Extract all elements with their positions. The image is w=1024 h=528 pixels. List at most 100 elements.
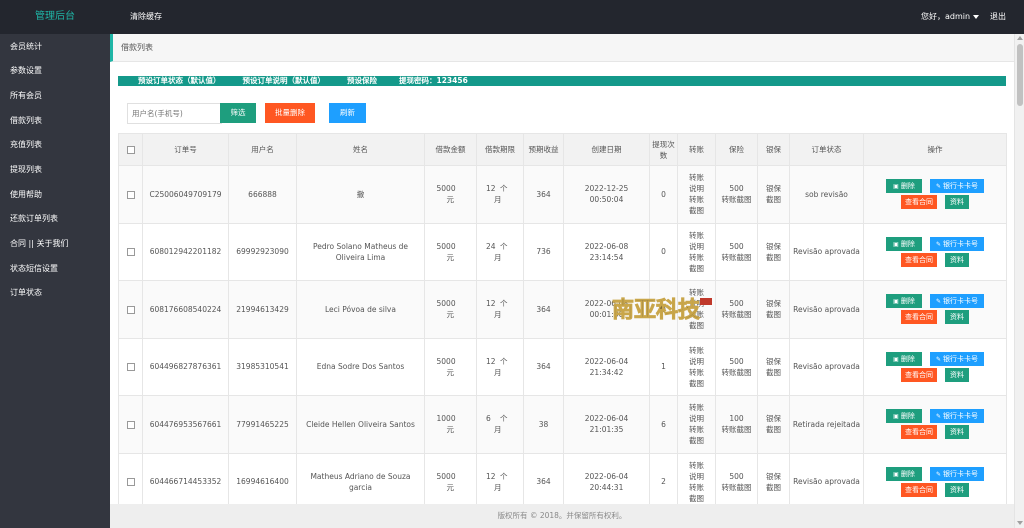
delete-button[interactable]: ▣ 删除	[886, 236, 922, 251]
sidebar-item-loan-list[interactable]: 借款列表	[0, 109, 110, 134]
view-contract-button[interactable]: 查看合同	[901, 482, 937, 497]
copyright-text: 版权所有 © 2018。并保留所有权利。	[497, 511, 627, 520]
row-select-cell[interactable]	[118, 395, 143, 454]
info-button[interactable]: 资料	[945, 367, 969, 382]
row-checkbox[interactable]	[126, 478, 135, 487]
row-checkbox[interactable]	[126, 248, 135, 257]
delete-button[interactable]: ▣ 删除	[886, 466, 922, 481]
amount-value: 5000	[436, 241, 456, 251]
bank-insurance-line: 截图	[766, 425, 781, 435]
row-select-cell[interactable]	[118, 280, 143, 339]
sidebar-item-all-members[interactable]: 所有会员	[0, 84, 110, 109]
info-button[interactable]: 资料	[945, 195, 969, 210]
clear-cache-link[interactable]: 清除缓存	[130, 0, 162, 34]
header-insurance: 保险	[715, 133, 758, 166]
bank-card-button[interactable]: ✎ 银行卡卡号	[930, 409, 984, 424]
info-button[interactable]: 资料	[945, 425, 969, 440]
term-unit-b: 月	[494, 195, 502, 205]
view-contract-button[interactable]: 查看合同	[901, 367, 937, 382]
row-select-cell[interactable]	[118, 452, 143, 504]
view-contract-button[interactable]: 查看合同	[901, 252, 937, 267]
row-select-cell[interactable]	[118, 337, 143, 396]
transfer-line: 转账	[689, 482, 704, 492]
scrollbar-thumb[interactable]	[1017, 44, 1023, 106]
transfer-line: 截图	[689, 493, 704, 503]
cell-status: Revisão aprovada	[789, 452, 864, 504]
delete-button[interactable]: ▣ 删除	[886, 294, 922, 309]
row-select-cell[interactable]	[118, 222, 143, 281]
info-button[interactable]: 资料	[945, 310, 969, 325]
bank-insurance-line: 银保	[766, 356, 781, 366]
date-value: 2022-12-25	[584, 184, 629, 194]
insurance-value: 500	[729, 356, 744, 366]
edit-icon: ✎	[935, 470, 942, 478]
delete-button[interactable]: ▣ 删除	[886, 351, 922, 366]
cell-insurance: 500 转账截图	[715, 452, 758, 504]
refresh-button[interactable]: 刷新	[329, 103, 366, 123]
amount-value: 5000	[436, 184, 456, 194]
bank-card-button[interactable]: ✎ 银行卡卡号	[930, 466, 984, 481]
transfer-line: 转账	[689, 460, 704, 470]
row-select-cell[interactable]	[118, 165, 143, 224]
scroll-down-icon[interactable]	[1017, 521, 1023, 525]
username-search-input[interactable]	[127, 103, 222, 124]
delete-button[interactable]: ▣ 删除	[886, 409, 922, 424]
transfer-line: 转账	[689, 403, 704, 413]
table-header-row: 订单号 用户名 姓名 借款金额 借款期限 预期收益 创建日期 提现次数 转账 保…	[118, 133, 1007, 166]
info-button[interactable]: 资料	[945, 252, 969, 267]
bank-card-button[interactable]: ✎ 银行卡卡号	[930, 351, 984, 366]
cell-withdraw-count: 1	[649, 337, 678, 396]
cell-order-no: C25006049709179	[142, 165, 229, 224]
transfer-line: 说明	[689, 184, 704, 194]
sidebar-item-repayment-list[interactable]: 还款订单列表	[0, 207, 110, 232]
view-contract-button[interactable]: 查看合同	[901, 195, 937, 210]
filter-button[interactable]: 筛选	[220, 103, 256, 123]
brand-logo[interactable]: 管理后台	[0, 0, 110, 34]
bank-card-button[interactable]: ✎ 银行卡卡号	[930, 294, 984, 309]
cell-order-no: 604496827876361	[142, 337, 229, 396]
cell-actions: ▣ 删除 ✎ 银行卡卡号 查看合同 资料	[863, 395, 1007, 454]
header-actions: 操作	[863, 133, 1007, 166]
view-contract-button[interactable]: 查看合同	[901, 310, 937, 325]
row-checkbox[interactable]	[126, 305, 135, 314]
cell-term: 12 个月	[476, 165, 524, 224]
user-menu[interactable]: 您好，admin	[921, 0, 980, 34]
view-contract-button[interactable]: 查看合同	[901, 425, 937, 440]
sidebar-item-sms-settings[interactable]: 状态短信设置	[0, 257, 110, 282]
row-checkbox[interactable]	[126, 363, 135, 372]
delete-label: 删除	[900, 182, 915, 191]
bank-card-label: 银行卡卡号	[943, 297, 979, 306]
edit-icon: ✎	[935, 413, 942, 421]
cell-bank-insurance: 银保 截图	[757, 452, 790, 504]
cell-name: 撒	[296, 165, 425, 224]
edit-icon: ✎	[935, 355, 942, 363]
vertical-scrollbar[interactable]	[1014, 34, 1024, 528]
sidebar-item-member-stats[interactable]: 会员统计	[0, 35, 110, 60]
table-row: 604496827876361 31985310541 Edna Sodre Dos…	[118, 337, 1007, 396]
scroll-up-icon[interactable]	[1017, 36, 1023, 40]
info-button[interactable]: 资料	[945, 482, 969, 497]
amount-unit: 元	[446, 425, 455, 435]
bank-insurance-line: 银保	[766, 241, 781, 251]
select-all-checkbox[interactable]	[126, 146, 135, 154]
batch-delete-button[interactable]: 批量删除	[265, 103, 315, 123]
sidebar-item-contract-about[interactable]: 合同 || 关于我们	[0, 232, 110, 257]
cell-amount: 5000 元	[424, 165, 477, 224]
term-value: 12	[486, 356, 496, 366]
sidebar-item-withdraw-list[interactable]: 提现列表	[0, 158, 110, 183]
cell-bank-insurance: 银保 截图	[757, 337, 790, 396]
edit-icon: ✎	[935, 183, 942, 191]
bank-insurance-line: 银保	[766, 414, 781, 424]
row-checkbox[interactable]	[126, 420, 135, 429]
logout-link[interactable]: 退出	[990, 0, 1006, 34]
header-select-all[interactable]	[118, 133, 143, 166]
sidebar-item-order-status[interactable]: 订单状态	[0, 281, 110, 306]
sidebar-item-recharge-list[interactable]: 充值列表	[0, 133, 110, 158]
sidebar-item-help[interactable]: 使用帮助	[0, 183, 110, 208]
bank-insurance-line: 截图	[766, 310, 781, 320]
row-checkbox[interactable]	[126, 190, 135, 199]
bank-card-button[interactable]: ✎ 银行卡卡号	[930, 179, 984, 194]
delete-button[interactable]: ▣ 删除	[886, 179, 922, 194]
bank-card-button[interactable]: ✎ 银行卡卡号	[930, 236, 984, 251]
sidebar-item-settings[interactable]: 参数设置	[0, 59, 110, 84]
